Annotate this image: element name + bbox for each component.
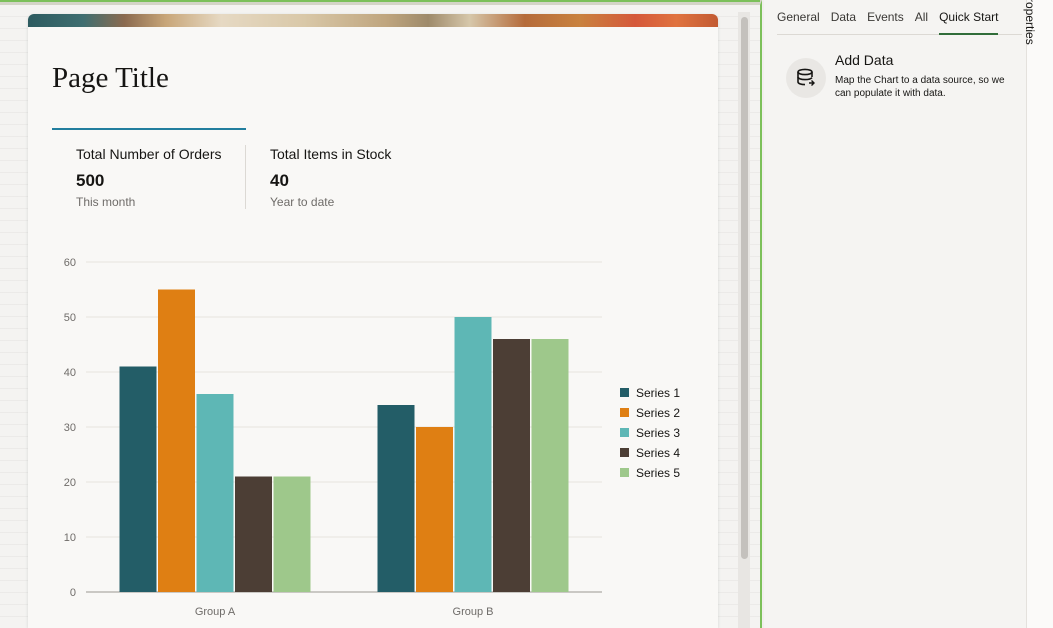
legend-swatch <box>620 428 629 437</box>
legend-label: Series 4 <box>636 446 680 460</box>
y-tick-label: 40 <box>64 367 76 379</box>
x-tick-label: Group B <box>453 606 494 618</box>
legend-swatch <box>620 388 629 397</box>
add-data-link[interactable]: Add Data <box>835 52 893 68</box>
database-icon[interactable] <box>786 58 826 98</box>
add-data-description: Map the Chart to a data source, so we ca… <box>835 75 1005 99</box>
metric-label: Total Items in Stock <box>270 146 392 162</box>
bar[interactable] <box>377 405 415 592</box>
bar[interactable] <box>235 476 272 593</box>
tab-general[interactable]: General <box>777 0 820 35</box>
page-banner-image <box>28 14 718 27</box>
metric-label: Total Number of Orders <box>76 146 222 162</box>
legend-label: Series 3 <box>636 426 680 440</box>
bar[interactable] <box>416 427 453 592</box>
bar[interactable] <box>493 339 530 592</box>
tab-events[interactable]: Events <box>867 0 904 35</box>
y-tick-label: 20 <box>64 477 76 489</box>
properties-side-tab[interactable]: Properties <box>1023 0 1037 45</box>
tab-data[interactable]: Data <box>831 0 856 35</box>
metric-selected-underline <box>52 128 246 130</box>
tab-all[interactable]: All <box>915 0 928 35</box>
metric-divider <box>245 145 246 209</box>
bar[interactable] <box>273 476 311 593</box>
legend-label: Series 5 <box>636 466 680 480</box>
legend-swatch <box>620 408 629 417</box>
y-tick-label: 0 <box>70 587 76 599</box>
legend-swatch <box>620 448 629 457</box>
bar-chart[interactable]: 0 10 20 30 40 50 60 Group A Group B Series 1 Serie… <box>28 242 718 628</box>
y-tick-label: 50 <box>64 312 76 324</box>
properties-tabs: General Data Events All Quick Start <box>777 0 1022 35</box>
bar[interactable] <box>531 339 569 592</box>
page-title[interactable]: Page Title <box>52 62 169 95</box>
bar[interactable] <box>196 394 234 592</box>
bar[interactable] <box>158 289 195 593</box>
legend-label: Series 2 <box>636 406 680 420</box>
metric-value: 500 <box>76 171 105 190</box>
legend-label: Series 1 <box>636 386 680 400</box>
legend-swatch <box>620 468 629 477</box>
properties-panel: General Data Events All Quick Start Add … <box>764 0 1026 628</box>
metric-card-orders[interactable]: Total Number of Orders 500 This month <box>76 146 222 209</box>
metric-subtext: This month <box>76 195 136 209</box>
bar[interactable] <box>119 366 157 593</box>
metric-subtext: Year to date <box>270 195 335 209</box>
tab-quick-start[interactable]: Quick Start <box>939 0 999 35</box>
y-tick-label: 60 <box>64 257 76 269</box>
metric-card-stock[interactable]: Total Items in Stock 40 Year to date <box>270 146 391 209</box>
y-tick-label: 10 <box>64 532 76 544</box>
page-card[interactable]: Page Title Total Number of Orders 500 Th… <box>28 14 718 628</box>
metric-value: 40 <box>270 171 289 190</box>
canvas-scrollbar-thumb[interactable] <box>741 17 748 559</box>
properties-side-strip <box>1026 0 1053 628</box>
bar[interactable] <box>454 317 492 592</box>
y-tick-label: 30 <box>64 422 76 434</box>
x-tick-label: Group A <box>195 606 236 618</box>
